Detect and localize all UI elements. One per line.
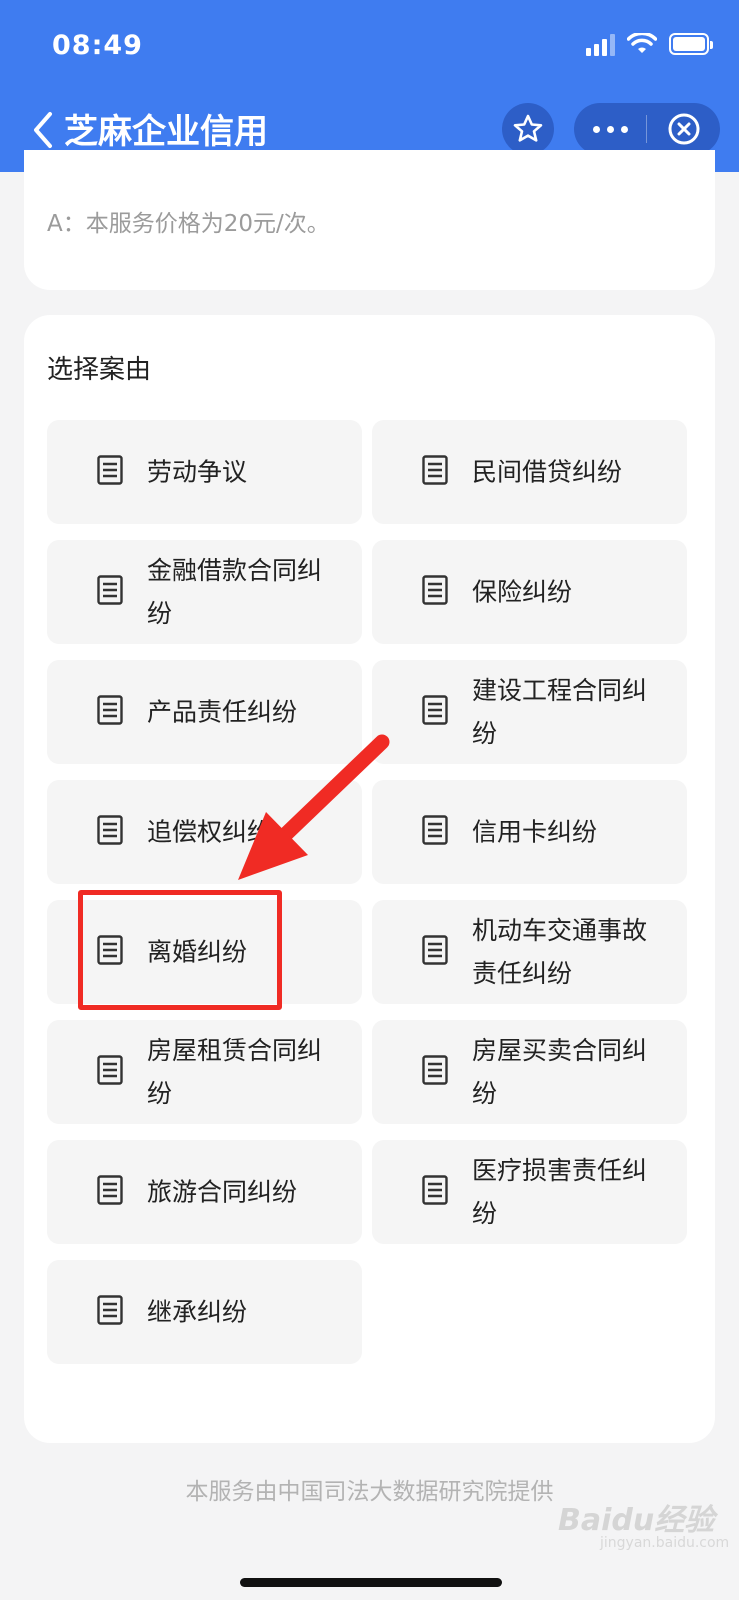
document-icon	[97, 455, 123, 489]
case-reason-item[interactable]: 产品责任纠纷	[47, 660, 362, 764]
case-reason-label: 保险纠纷	[472, 577, 573, 607]
document-icon	[97, 1175, 123, 1209]
miniapp-capsule	[574, 103, 720, 155]
home-indicator	[240, 1578, 502, 1587]
more-icon[interactable]	[574, 125, 646, 133]
document-icon	[97, 575, 123, 609]
case-reason-item[interactable]: 房屋租赁合同纠纷	[47, 1020, 362, 1124]
case-reason-item[interactable]: 医疗损害责任纠纷	[372, 1140, 687, 1244]
battery-icon	[669, 33, 713, 55]
case-reason-label: 追偿权纠纷	[147, 817, 273, 847]
case-reason-label: 产品责任纠纷	[147, 697, 298, 727]
wifi-icon	[627, 33, 657, 53]
close-button[interactable]	[647, 112, 720, 146]
favorite-button[interactable]	[502, 103, 554, 155]
faq-answer: A：本服务价格为20元/次。	[47, 211, 330, 237]
annotation-highlight-box	[78, 890, 282, 1010]
case-reason-item[interactable]: 追偿权纠纷	[47, 780, 362, 884]
document-icon	[422, 455, 448, 489]
case-reason-label: 机动车交通事故责任纠纷	[472, 916, 648, 988]
case-reason-label: 金融借款合同纠纷	[147, 556, 323, 628]
status-time: 08:49	[52, 30, 143, 61]
case-reason-card: 选择案由 劳动争议 民间借贷纠纷金融借款合同纠纷 保险纠纷产品责任纠纷 建设工程合同纠…	[24, 315, 715, 1443]
signal-icon	[586, 32, 615, 56]
case-reason-label: 继承纠纷	[147, 1297, 248, 1327]
watermark-url: jingyan.baidu.com	[600, 1535, 730, 1551]
case-reason-label: 民间借贷纠纷	[472, 457, 623, 487]
document-icon	[422, 1055, 448, 1089]
page-title: 芝麻企业信用	[64, 112, 268, 152]
chevron-left-icon[interactable]	[26, 108, 62, 152]
case-reason-item[interactable]: 民间借贷纠纷	[372, 420, 687, 524]
app-header: 08:49 芝麻企业信用	[0, 0, 739, 172]
status-icons	[586, 32, 713, 56]
document-icon	[97, 1295, 123, 1329]
document-icon	[422, 1175, 448, 1209]
case-reason-item[interactable]: 劳动争议	[47, 420, 362, 524]
case-reason-label: 房屋买卖合同纠纷	[472, 1036, 648, 1108]
case-reason-label: 旅游合同纠纷	[147, 1177, 298, 1207]
document-icon	[97, 695, 123, 729]
case-reason-item[interactable]: 金融借款合同纠纷	[47, 540, 362, 644]
document-icon	[422, 815, 448, 849]
case-reason-item[interactable]: 机动车交通事故责任纠纷	[372, 900, 687, 1004]
case-reason-label: 建设工程合同纠纷	[472, 676, 648, 748]
case-reason-label: 房屋租赁合同纠纷	[147, 1036, 323, 1108]
document-icon	[97, 1055, 123, 1089]
case-reason-label: 劳动争议	[147, 457, 248, 487]
document-icon	[422, 575, 448, 609]
document-icon	[422, 695, 448, 729]
case-reason-item[interactable]: 继承纠纷	[47, 1260, 362, 1364]
document-icon	[422, 935, 448, 969]
close-icon	[668, 113, 699, 145]
watermark-logo: Baidu经验	[558, 1503, 715, 1538]
case-reason-item[interactable]: 房屋买卖合同纠纷	[372, 1020, 687, 1124]
case-reason-label: 信用卡纠纷	[472, 817, 598, 847]
star-icon	[513, 114, 543, 142]
document-icon	[97, 815, 123, 849]
section-title: 选择案由	[47, 355, 152, 385]
case-reason-item[interactable]: 信用卡纠纷	[372, 780, 687, 884]
case-reason-label: 医疗损害责任纠纷	[472, 1156, 648, 1228]
faq-card: A：本服务价格为20元/次。	[24, 150, 715, 290]
case-reason-item[interactable]: 保险纠纷	[372, 540, 687, 644]
case-reason-item[interactable]: 建设工程合同纠纷	[372, 660, 687, 764]
case-reason-item[interactable]: 旅游合同纠纷	[47, 1140, 362, 1244]
